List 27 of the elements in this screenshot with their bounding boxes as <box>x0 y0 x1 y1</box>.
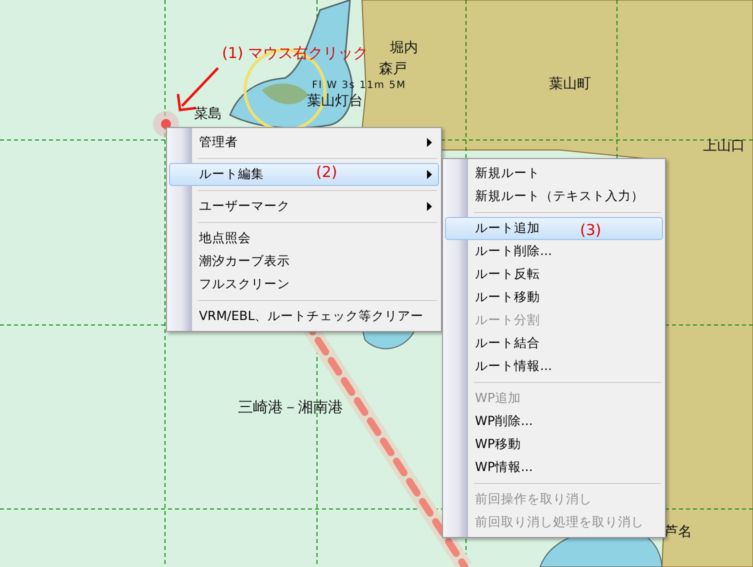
place-label: 森戸 <box>379 61 407 78</box>
annotation-label: (3) <box>580 221 602 239</box>
menu-item[interactable]: ユーザーマーク <box>169 195 439 218</box>
submenu-arrow-icon <box>427 138 432 147</box>
route-name-label: 三崎港－湘南港 <box>238 398 343 416</box>
menu-item[interactable]: ルート反転 <box>445 263 663 286</box>
menu-item[interactable]: WP情報... <box>445 456 663 479</box>
place-label: 堀内 <box>390 40 418 57</box>
menu-item[interactable]: フルスクリーン <box>169 273 439 296</box>
menu-item[interactable]: VRM/EBL、ルートチェック等クリアー <box>169 305 439 328</box>
menu-item[interactable]: 地点照会 <box>169 227 439 250</box>
menu-item[interactable]: WP削除... <box>445 410 663 433</box>
menu-item[interactable]: 管理者 <box>169 131 439 154</box>
annotation-label: (2) <box>316 163 338 181</box>
menu-item[interactable]: ルート移動 <box>445 286 663 309</box>
menu-item[interactable]: ルート結合 <box>445 332 663 355</box>
submenu-arrow-icon <box>427 170 432 179</box>
place-label: 上山口 <box>703 138 745 155</box>
menu-item[interactable]: ルート削除... <box>445 240 663 263</box>
menu-item[interactable]: 潮汐カーブ表示 <box>169 250 439 273</box>
menu-item[interactable]: ルート情報... <box>445 355 663 378</box>
menu-item[interactable]: 新規ルート <box>445 162 663 185</box>
place-label: 菜島 <box>194 106 222 123</box>
submenu-arrow-icon <box>427 202 432 211</box>
menu-item[interactable]: WP移動 <box>445 433 663 456</box>
menu-item[interactable]: 新規ルート（テキスト入力） <box>445 185 663 208</box>
place-label: 葉山町 <box>549 76 591 93</box>
